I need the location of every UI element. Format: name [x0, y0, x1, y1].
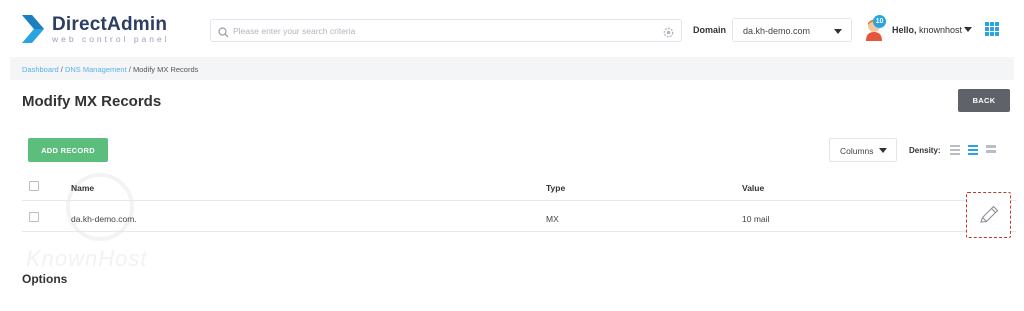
- breadcrumb: Dashboard / DNS Management / Modify MX R…: [22, 65, 198, 74]
- app-subtitle: web control panel: [52, 34, 170, 44]
- app-logo[interactable]: DirectAdmin web control panel: [22, 15, 170, 44]
- chevron-down-icon: [834, 29, 842, 34]
- page-title: Modify MX Records: [22, 93, 162, 110]
- table-row: da.kh-demo.com. MX 10 mail: [22, 203, 1016, 232]
- options-heading: Options: [22, 272, 68, 286]
- search-bar: [210, 19, 682, 42]
- pencil-icon: [980, 205, 999, 223]
- user-menu[interactable]: Hello, knownhost: [892, 25, 962, 35]
- edit-record-button[interactable]: [966, 192, 1011, 238]
- column-header-name[interactable]: Name: [71, 183, 94, 193]
- density-normal-icon[interactable]: [968, 145, 978, 155]
- select-all-checkbox[interactable]: [29, 181, 39, 191]
- search-input[interactable]: [233, 22, 653, 39]
- column-header-type[interactable]: Type: [546, 183, 565, 193]
- watermark-text: KnownHost: [26, 246, 148, 271]
- columns-label: Columns: [840, 146, 874, 156]
- add-record-button[interactable]: ADD RECORD: [28, 138, 108, 162]
- username: knownhost: [919, 25, 963, 35]
- table-header-row: Name Type Value: [22, 172, 1016, 201]
- user-menu-chevron-icon[interactable]: [964, 27, 972, 32]
- breadcrumb-current: Modify MX Records: [132, 65, 199, 74]
- notification-badge[interactable]: 10: [873, 15, 886, 28]
- domain-select[interactable]: da.kh-demo.com: [732, 18, 852, 42]
- search-icon[interactable]: [218, 25, 229, 43]
- app-title: DirectAdmin: [52, 14, 168, 35]
- domain-selected-value: da.kh-demo.com: [743, 26, 811, 36]
- record-value: 10 mail: [742, 214, 770, 224]
- chevron-down-icon: [879, 148, 887, 153]
- greeting-text: Hello,: [892, 25, 917, 35]
- row-checkbox[interactable]: [29, 212, 39, 222]
- top-header: DirectAdmin web control panel Domain da.…: [0, 0, 1024, 58]
- directadmin-logo-icon: [22, 15, 44, 44]
- column-header-value[interactable]: Value: [742, 183, 764, 193]
- breadcrumb-bar: Dashboard / DNS Management / Modify MX R…: [10, 57, 1014, 80]
- record-name: da.kh-demo.com.: [71, 214, 137, 224]
- columns-dropdown[interactable]: Columns: [829, 138, 897, 162]
- density-label: Density:: [909, 146, 941, 155]
- breadcrumb-dashboard[interactable]: Dashboard: [22, 65, 59, 74]
- apps-grid-icon[interactable]: [985, 22, 999, 36]
- density-comfortable-icon[interactable]: [986, 145, 996, 155]
- density-compact-icon[interactable]: [950, 145, 960, 155]
- gear-icon[interactable]: [663, 25, 674, 43]
- record-type: MX: [546, 214, 559, 224]
- breadcrumb-dns-management[interactable]: DNS Management: [65, 65, 127, 74]
- domain-label: Domain: [693, 25, 727, 35]
- back-button[interactable]: BACK: [958, 89, 1010, 112]
